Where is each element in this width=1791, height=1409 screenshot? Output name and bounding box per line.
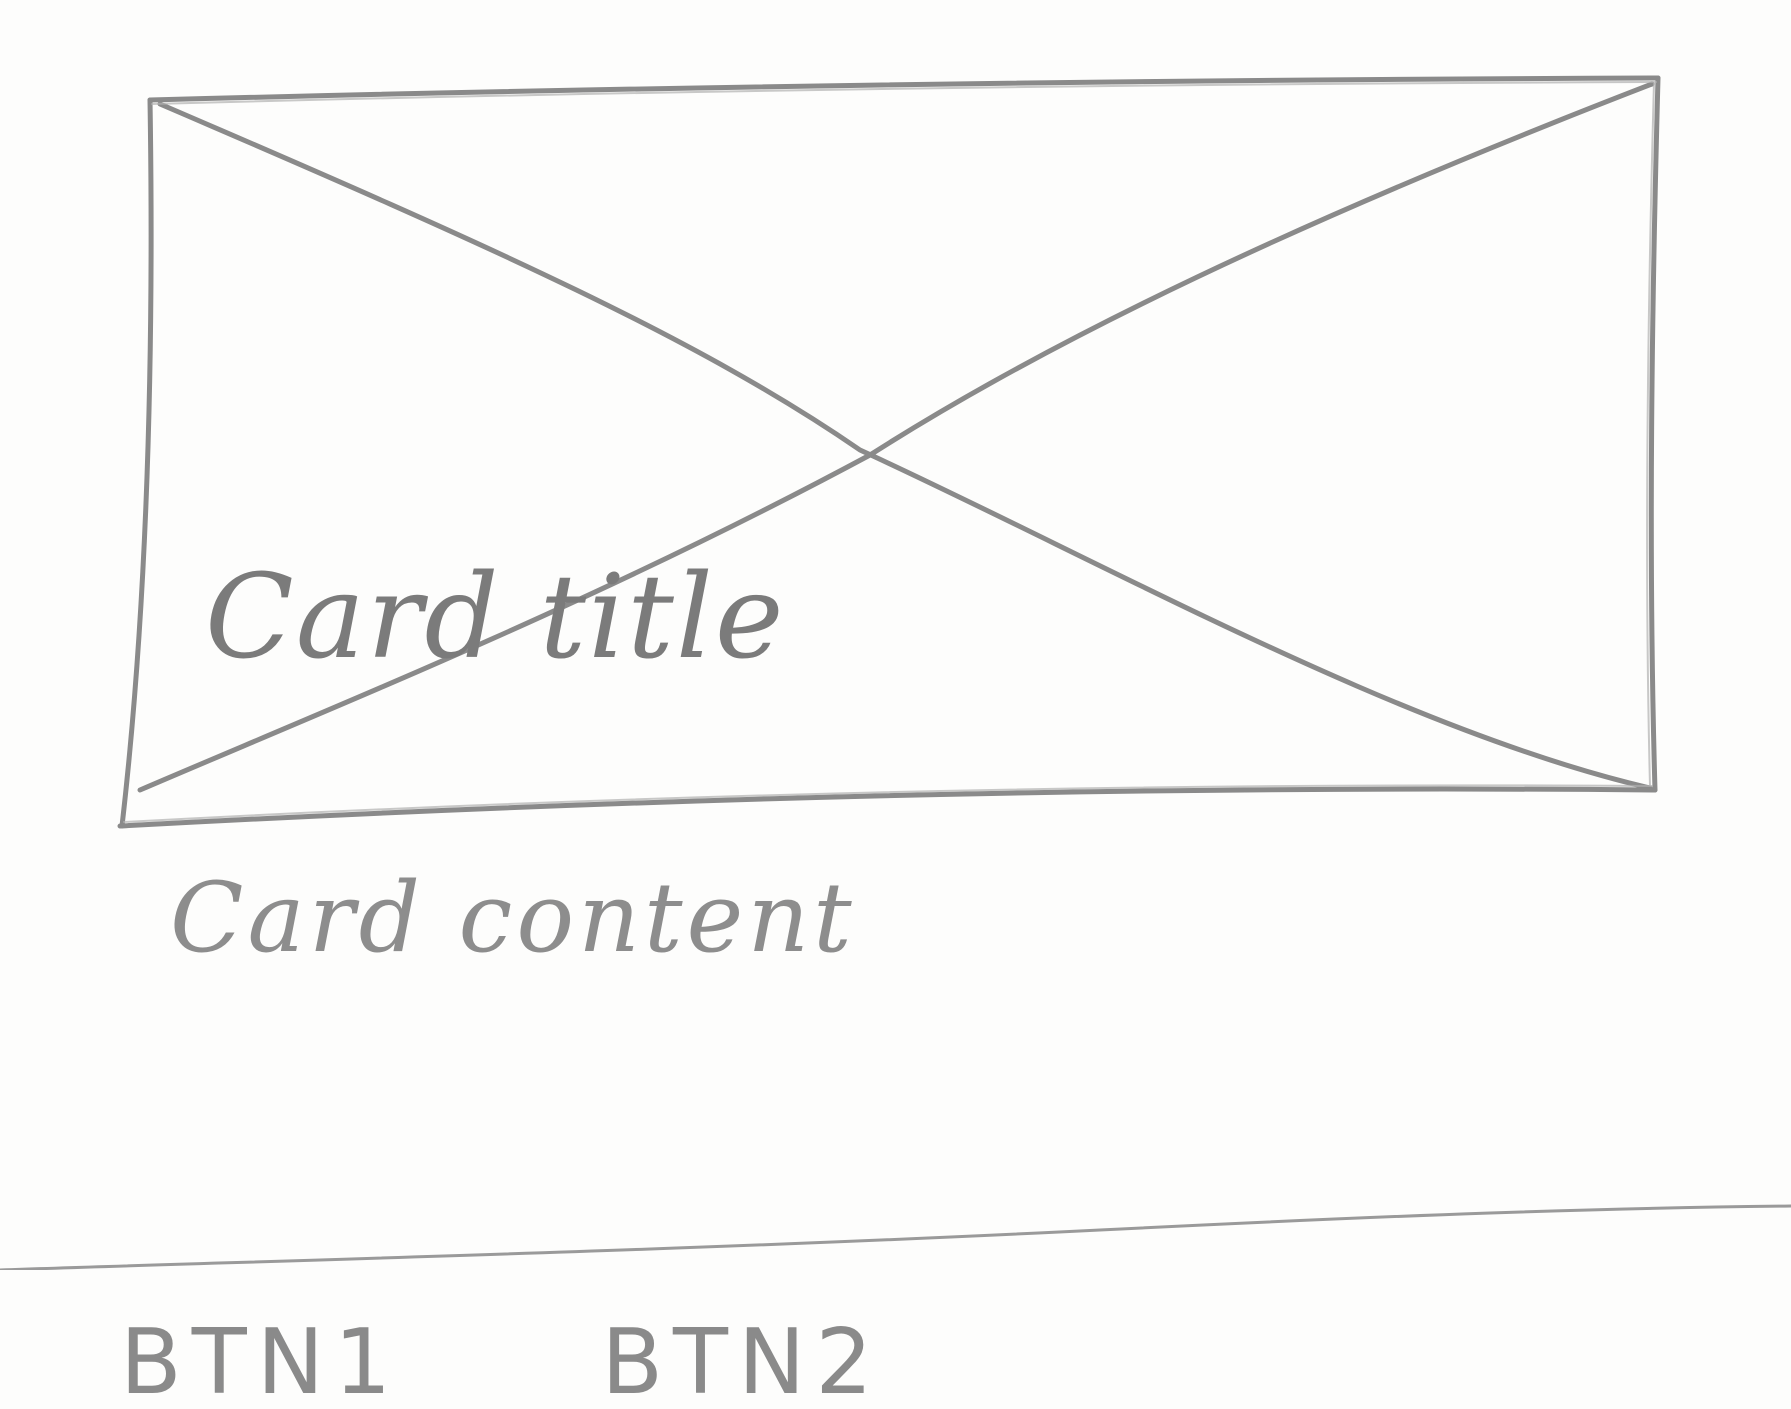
card-title: Card title <box>205 550 786 685</box>
image-placeholder-icon <box>117 75 1661 829</box>
card-actions: BTN1 BTN2 <box>120 1318 883 1408</box>
sketch-page: Card title Card content BTN1 BTN2 <box>0 0 1791 1409</box>
card: Card title Card content BTN1 BTN2 <box>0 0 1791 1409</box>
card-media: Card title <box>0 0 1791 860</box>
card-content: Card content <box>170 862 856 974</box>
btn1-button[interactable]: BTN1 <box>120 1318 401 1408</box>
actions-divider <box>0 1204 1791 1270</box>
btn2-button[interactable]: BTN2 <box>601 1318 882 1408</box>
